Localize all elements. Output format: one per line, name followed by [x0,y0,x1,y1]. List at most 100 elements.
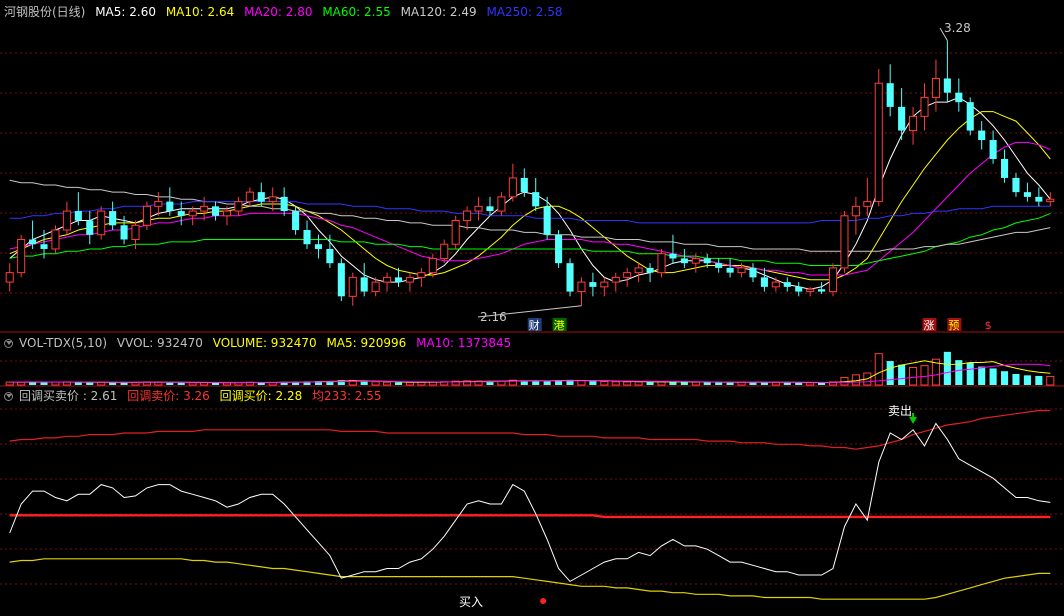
candle-body [440,243,449,259]
vol-indicator-name: VOL-TDX(5,10) [19,336,108,350]
candle-body [1035,196,1043,202]
candle-body [326,248,334,264]
candle-body [200,205,209,212]
legend-ma60: MA60: 2.55 [322,5,391,19]
candle-body [840,215,849,269]
candle-body [314,244,323,249]
candle-body [691,257,700,264]
volume-bar [1000,371,1009,385]
legend-ma250: MA250: 2.58 [486,5,563,19]
volume-bar [978,366,986,385]
candle-body [669,253,677,259]
candle-body [5,272,14,283]
volume-bar [589,381,597,385]
candle-body [795,286,803,292]
buy-signal-label: 买入 [459,595,483,609]
candle-body [17,238,26,274]
candle-body [428,257,437,274]
candle-body [703,258,711,264]
ma-line-ma20 [9,141,1051,276]
volume-bar [405,381,414,386]
volume-bar [17,381,26,386]
candle-body [451,220,460,245]
volume-bar [634,381,643,386]
candle-body [166,201,174,212]
volume-bar [771,381,780,386]
candle-body [360,277,368,292]
candle-body [417,272,426,278]
candle-body [520,177,528,193]
legend-sell-price: 回调卖价: 3.26 [127,389,210,403]
volume-bar [886,361,894,385]
event-marker: 预 [948,319,959,332]
candle-body [600,281,609,288]
candle-body [86,220,94,235]
volume-bar [691,381,700,386]
candle-body [1023,192,1031,197]
event-marker: $ [985,319,992,332]
candle-body [589,282,597,287]
stock-chart[interactable]: 财 港 涨预 $ 3.28 2.16 卖出 买入 [0,0,1064,616]
volume-bar [1023,375,1031,385]
event-marker: 涨 [924,319,935,332]
candle-body [863,201,872,207]
pullback-panel[interactable] [9,409,1051,605]
candle-body [188,210,197,217]
candle-body [508,177,517,198]
candle-body [51,229,60,250]
candle-body [62,210,71,231]
candle-body [337,263,345,297]
candle-body [783,282,791,287]
annotations: 3.28 2.16 卖出 买入 [459,21,971,609]
volume-bar [51,381,60,386]
candle-body [371,281,380,293]
panel-menu-icon[interactable] [4,392,13,401]
volume-bar [74,382,82,385]
volume-bar [577,380,586,386]
candle-body [555,234,563,264]
candle-body [886,83,894,107]
candle-body [966,102,974,131]
price-panel[interactable]: 财 港 涨预 $ [5,27,1055,332]
candle-body [623,272,632,278]
candle-body [474,205,483,212]
candle-body [989,140,997,159]
legend-vol-ma5: MA5: 920996 [326,336,407,350]
panel-menu-icon[interactable] [4,339,13,348]
candle-body [109,211,117,226]
volume-panel[interactable] [5,351,1055,386]
volume-bar [611,381,620,386]
candle-body [292,211,300,231]
volume-bar [1012,373,1020,385]
candle-body [74,211,82,221]
candle-body [874,82,883,203]
volume-bar [188,382,197,386]
candle-body [1046,198,1055,203]
volume-bar [783,382,791,385]
candle-body [303,230,311,245]
price-panel-header: 河钢股份(日线) MA5: 2.60 MA10: 2.64 MA20: 2.80… [4,5,568,19]
ma-line-ma10 [9,111,1051,281]
candle-body [543,206,551,235]
candle-body [120,225,128,240]
candle-body [211,206,220,216]
legend-vol-ma10: MA10: 1373845 [416,336,512,350]
candle-body [920,96,929,117]
event-marker: 港 [554,319,565,332]
candle-body [577,281,586,293]
candle-body [898,106,906,131]
volume-bar [166,382,174,385]
candle-body [463,210,472,222]
candle-body [177,211,185,216]
candle-body [245,191,254,203]
volume-bar [40,382,48,385]
volume-bar [680,381,688,385]
volume-bar [177,382,185,385]
candle-body [383,276,392,283]
volume-bar [898,364,906,385]
candle-body [771,281,780,288]
volume-bar [109,382,117,385]
candle-body [828,267,838,293]
sell-arrow-shaft [912,413,915,418]
candle-body [806,288,815,293]
